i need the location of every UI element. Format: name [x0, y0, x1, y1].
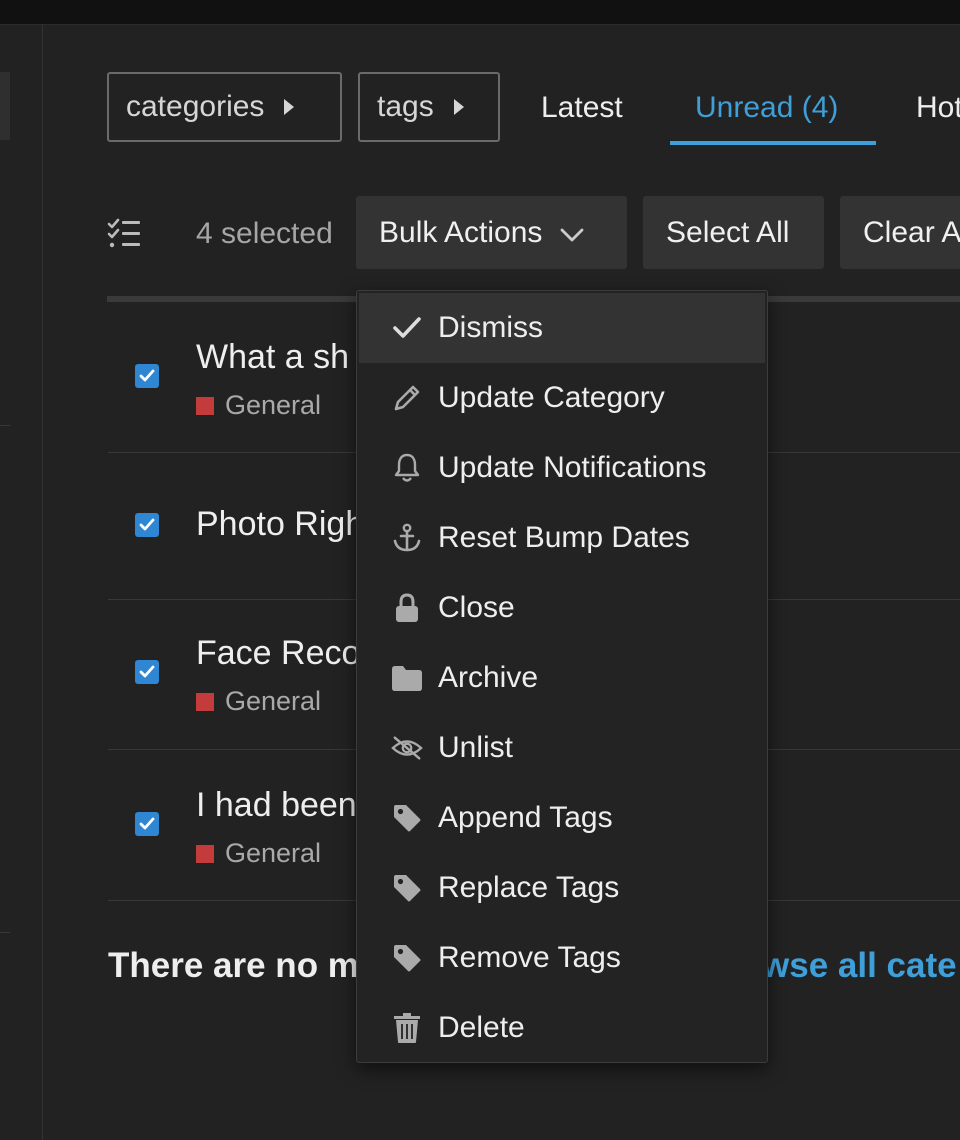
eye-slash-icon — [391, 732, 423, 764]
menu-item-label: Dismiss — [438, 311, 543, 344]
menu-item-label: Remove Tags — [438, 941, 621, 974]
tags-dropdown[interactable]: tags — [358, 72, 500, 142]
active-tab-indicator — [670, 141, 876, 145]
menu-item-unlist[interactable]: Unlist — [359, 713, 765, 783]
check-icon — [391, 312, 423, 344]
bulk-select-toggle-icon[interactable] — [107, 218, 143, 250]
category-name: General — [225, 390, 322, 420]
menu-item-append-tags[interactable]: Append Tags — [359, 783, 765, 853]
category-color-square — [196, 692, 214, 711]
menu-item-label: Update Category — [438, 381, 665, 414]
tab-unread[interactable]: Unread (4) — [695, 72, 838, 144]
select-all-button[interactable]: Select All — [643, 196, 824, 269]
menu-item-remove-tags[interactable]: Remove Tags — [359, 923, 765, 993]
tags-label: tags — [377, 90, 434, 123]
topic-title[interactable]: Photo Righ — [196, 505, 364, 544]
tab-latest[interactable]: Latest — [541, 72, 623, 144]
menu-item-label: Reset Bump Dates — [438, 521, 690, 554]
pencil-icon — [391, 382, 423, 414]
menu-item-label: Close — [438, 591, 515, 624]
menu-item-archive[interactable]: Archive — [359, 643, 765, 713]
menu-item-label: Replace Tags — [438, 871, 620, 904]
menu-item-label: Update Notifications — [438, 451, 707, 484]
topic-checkbox[interactable] — [135, 364, 159, 388]
menu-item-reset-bump-dates[interactable]: Reset Bump Dates — [359, 503, 765, 573]
categories-label: categories — [126, 90, 265, 123]
lock-icon — [391, 592, 423, 624]
browse-all-categories-link[interactable]: wse all cate — [762, 946, 957, 986]
left-sidebar — [0, 25, 43, 1140]
topic-checkbox[interactable] — [135, 812, 159, 836]
topic-title[interactable]: What a sh — [196, 338, 349, 377]
category-badge[interactable]: General — [196, 390, 321, 421]
menu-item-close[interactable]: Close — [359, 573, 765, 643]
category-name: General — [225, 686, 322, 716]
sidebar-divider — [0, 425, 10, 426]
clear-all-button[interactable]: Clear All — [840, 196, 960, 269]
menu-item-label: Unlist — [438, 731, 514, 764]
bulk-actions-menu: Dismiss Update Category Update Notificat… — [356, 290, 768, 1063]
menu-item-label: Append Tags — [438, 801, 613, 834]
categories-dropdown[interactable]: categories — [107, 72, 342, 142]
chevron-down-icon — [560, 216, 584, 250]
tab-hot[interactable]: Hot — [916, 72, 960, 144]
sidebar-item[interactable] — [0, 72, 10, 140]
category-color-square — [196, 396, 214, 415]
menu-item-replace-tags[interactable]: Replace Tags — [359, 853, 765, 923]
topic-title[interactable]: I had been — [196, 786, 357, 825]
menu-item-delete[interactable]: Delete — [359, 993, 765, 1063]
anchor-icon — [391, 522, 423, 554]
menu-item-update-category[interactable]: Update Category — [359, 363, 765, 433]
category-color-square — [196, 844, 214, 863]
menu-item-label: Archive — [438, 661, 539, 694]
tag-icon — [391, 872, 423, 904]
no-more-topics-message: There are no m — [108, 946, 359, 985]
topic-checkbox[interactable] — [135, 513, 159, 537]
tag-icon — [391, 802, 423, 834]
bell-icon — [391, 452, 423, 484]
folder-icon — [391, 662, 423, 694]
caret-right-icon — [453, 99, 464, 115]
bulk-actions-label: Bulk Actions — [379, 215, 543, 249]
tag-icon — [391, 942, 423, 974]
menu-item-update-notifications[interactable]: Update Notifications — [359, 433, 765, 503]
trash-icon — [391, 1012, 423, 1044]
topic-title[interactable]: Face Reco — [196, 634, 360, 673]
selected-count: 4 selected — [196, 217, 333, 250]
category-name: General — [225, 838, 322, 868]
menu-item-dismiss[interactable]: Dismiss — [359, 293, 765, 363]
sidebar-divider — [0, 932, 10, 933]
category-badge[interactable]: General — [196, 686, 321, 717]
bulk-actions-button[interactable]: Bulk Actions — [356, 196, 627, 269]
menu-item-label: Delete — [438, 1011, 525, 1044]
top-bar — [0, 0, 960, 25]
caret-right-icon — [284, 99, 295, 115]
topic-checkbox[interactable] — [135, 660, 159, 684]
category-badge[interactable]: General — [196, 838, 321, 869]
